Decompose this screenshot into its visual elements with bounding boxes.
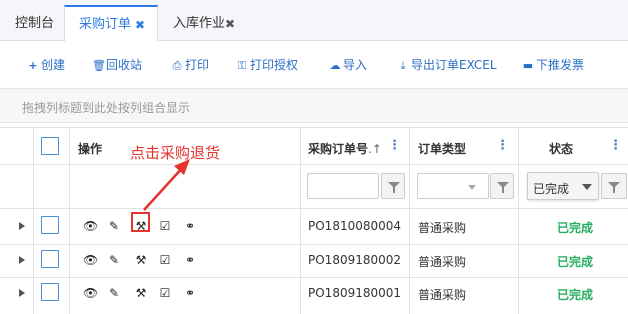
order-no-cell: PO1810080004	[308, 219, 402, 233]
grid-divider	[0, 208, 628, 209]
expand-row-icon[interactable]	[19, 256, 25, 264]
return-hammer-icon[interactable]: ⚒	[134, 253, 148, 267]
expand-row-icon[interactable]	[19, 222, 25, 230]
view-icon[interactable]: 👁︎	[83, 253, 98, 267]
approve-check-icon[interactable]: ☑	[158, 286, 172, 300]
status-badge: 已完成	[557, 288, 594, 302]
group-drop-zone[interactable]: 拖拽列标题到此处按列组合显示	[0, 88, 628, 123]
order-type-cell: 普通采购	[418, 288, 467, 302]
link-icon[interactable]: ⚭	[183, 253, 197, 267]
order-no-cell: PO1809180001	[308, 286, 402, 300]
import-button[interactable]: ☁ 导入	[329, 56, 368, 73]
trash-icon: 🗑︎	[92, 59, 106, 72]
row-checkbox[interactable]	[41, 283, 59, 301]
annotation-text: 点击采购退货	[130, 144, 221, 162]
edit-icon[interactable]: ✎	[107, 219, 121, 233]
column-header-order-no[interactable]: 采购订单号.↑	[308, 140, 382, 157]
tab-label: 采购订单	[79, 17, 132, 32]
app-root: 控制台 采购订单 ✖ 入库作业 ✖ + 创建 🗑︎回收站 ⎙ 打印 ⚿ 打印授权 ☁ 导…	[0, 0, 628, 314]
order-type-filter-button[interactable]	[490, 173, 514, 199]
approve-check-icon[interactable]: ☑	[158, 253, 172, 267]
grid-divider	[69, 128, 70, 314]
print-button[interactable]: ⎙ 打印	[171, 56, 209, 73]
close-icon[interactable]: ✖	[225, 6, 235, 42]
select-all-checkbox[interactable]	[41, 137, 59, 155]
invoice-icon: ▬	[522, 59, 534, 72]
column-menu-icon[interactable]: ⋮	[496, 138, 509, 153]
annotation-highlight-box	[131, 212, 150, 232]
link-icon[interactable]: ⚭	[183, 219, 197, 233]
expand-row-icon[interactable]	[19, 289, 25, 297]
plus-icon: +	[28, 59, 38, 72]
column-menu-icon[interactable]: ⋮	[388, 138, 401, 153]
sort-icon: .↑	[368, 142, 382, 156]
tab-dashboard[interactable]: 控制台	[0, 5, 64, 41]
print-auth-button[interactable]: ⚿ 打印授权	[236, 56, 298, 73]
column-header-status[interactable]: 状态	[549, 140, 573, 157]
data-grid: 操作 采购订单号.↑ ⋮ 订单类型 ⋮ 状态 ⋮ 已完成 👁︎ ✎ ⚒ ☑ ⚭ …	[0, 127, 628, 314]
grid-divider	[409, 128, 410, 314]
order-type-cell: 普通采购	[418, 255, 467, 269]
approve-check-icon[interactable]: ☑	[158, 219, 172, 233]
toolbar: + 创建 🗑︎回收站 ⎙ 打印 ⚿ 打印授权 ☁ 导入 ⤓ 导出订单EXCEL ▬ 下推发票	[0, 41, 628, 87]
edit-icon[interactable]: ✎	[107, 286, 121, 300]
export-excel-button[interactable]: ⤓ 导出订单EXCEL	[397, 56, 497, 73]
order-no-cell: PO1809180002	[308, 253, 402, 267]
recycle-bin-button[interactable]: 🗑︎回收站	[92, 56, 142, 73]
link-icon[interactable]: ⚭	[183, 286, 197, 300]
grid-divider	[33, 128, 34, 314]
grid-divider	[300, 128, 301, 314]
return-hammer-icon[interactable]: ⚒	[134, 286, 148, 300]
status-badge: 已完成	[557, 221, 594, 235]
tab-inbound[interactable]: 入库作业 ✖	[158, 5, 248, 41]
status-badge: 已完成	[557, 255, 594, 269]
grid-divider	[518, 128, 519, 314]
order-no-filter-button[interactable]	[381, 173, 405, 199]
column-header-order-type[interactable]: 订单类型	[418, 140, 466, 157]
key-icon: ⚿	[237, 59, 247, 72]
cloud-upload-icon: ☁	[329, 59, 341, 72]
order-no-filter-input[interactable]	[307, 173, 379, 199]
column-header-ops[interactable]: 操作	[78, 140, 102, 157]
view-icon[interactable]: 👁︎	[83, 219, 98, 233]
tab-purchase-order[interactable]: 采购订单 ✖	[64, 5, 158, 42]
grid-divider	[0, 277, 628, 278]
tab-label: 控制台	[15, 16, 55, 31]
chevron-down-icon	[582, 184, 592, 190]
grid-divider	[0, 244, 628, 245]
group-hint-text: 拖拽列标题到此处按列组合显示	[22, 101, 191, 115]
grid-divider	[0, 164, 628, 165]
tab-label: 入库作业	[173, 16, 226, 31]
download-icon: ⤓	[400, 59, 406, 72]
view-icon[interactable]: 👁︎	[83, 286, 98, 300]
column-menu-icon[interactable]: ⋮	[609, 138, 622, 153]
push-invoice-button[interactable]: ▬ 下推发票	[522, 56, 584, 73]
status-filter-button[interactable]	[601, 173, 627, 199]
create-button[interactable]: + 创建	[27, 56, 65, 73]
order-type-cell: 普通采购	[418, 221, 467, 235]
edit-icon[interactable]: ✎	[107, 253, 121, 267]
row-checkbox[interactable]	[41, 216, 59, 234]
tab-bar: 控制台 采购订单 ✖ 入库作业 ✖	[0, 0, 628, 42]
status-filter-value: 已完成	[533, 182, 570, 196]
close-icon[interactable]: ✖	[135, 7, 145, 43]
chevron-down-icon	[468, 185, 476, 190]
row-checkbox[interactable]	[41, 250, 59, 268]
status-filter-select[interactable]: 已完成	[527, 172, 599, 200]
order-type-filter-select[interactable]	[417, 173, 489, 199]
printer-icon: ⎙	[172, 59, 182, 72]
